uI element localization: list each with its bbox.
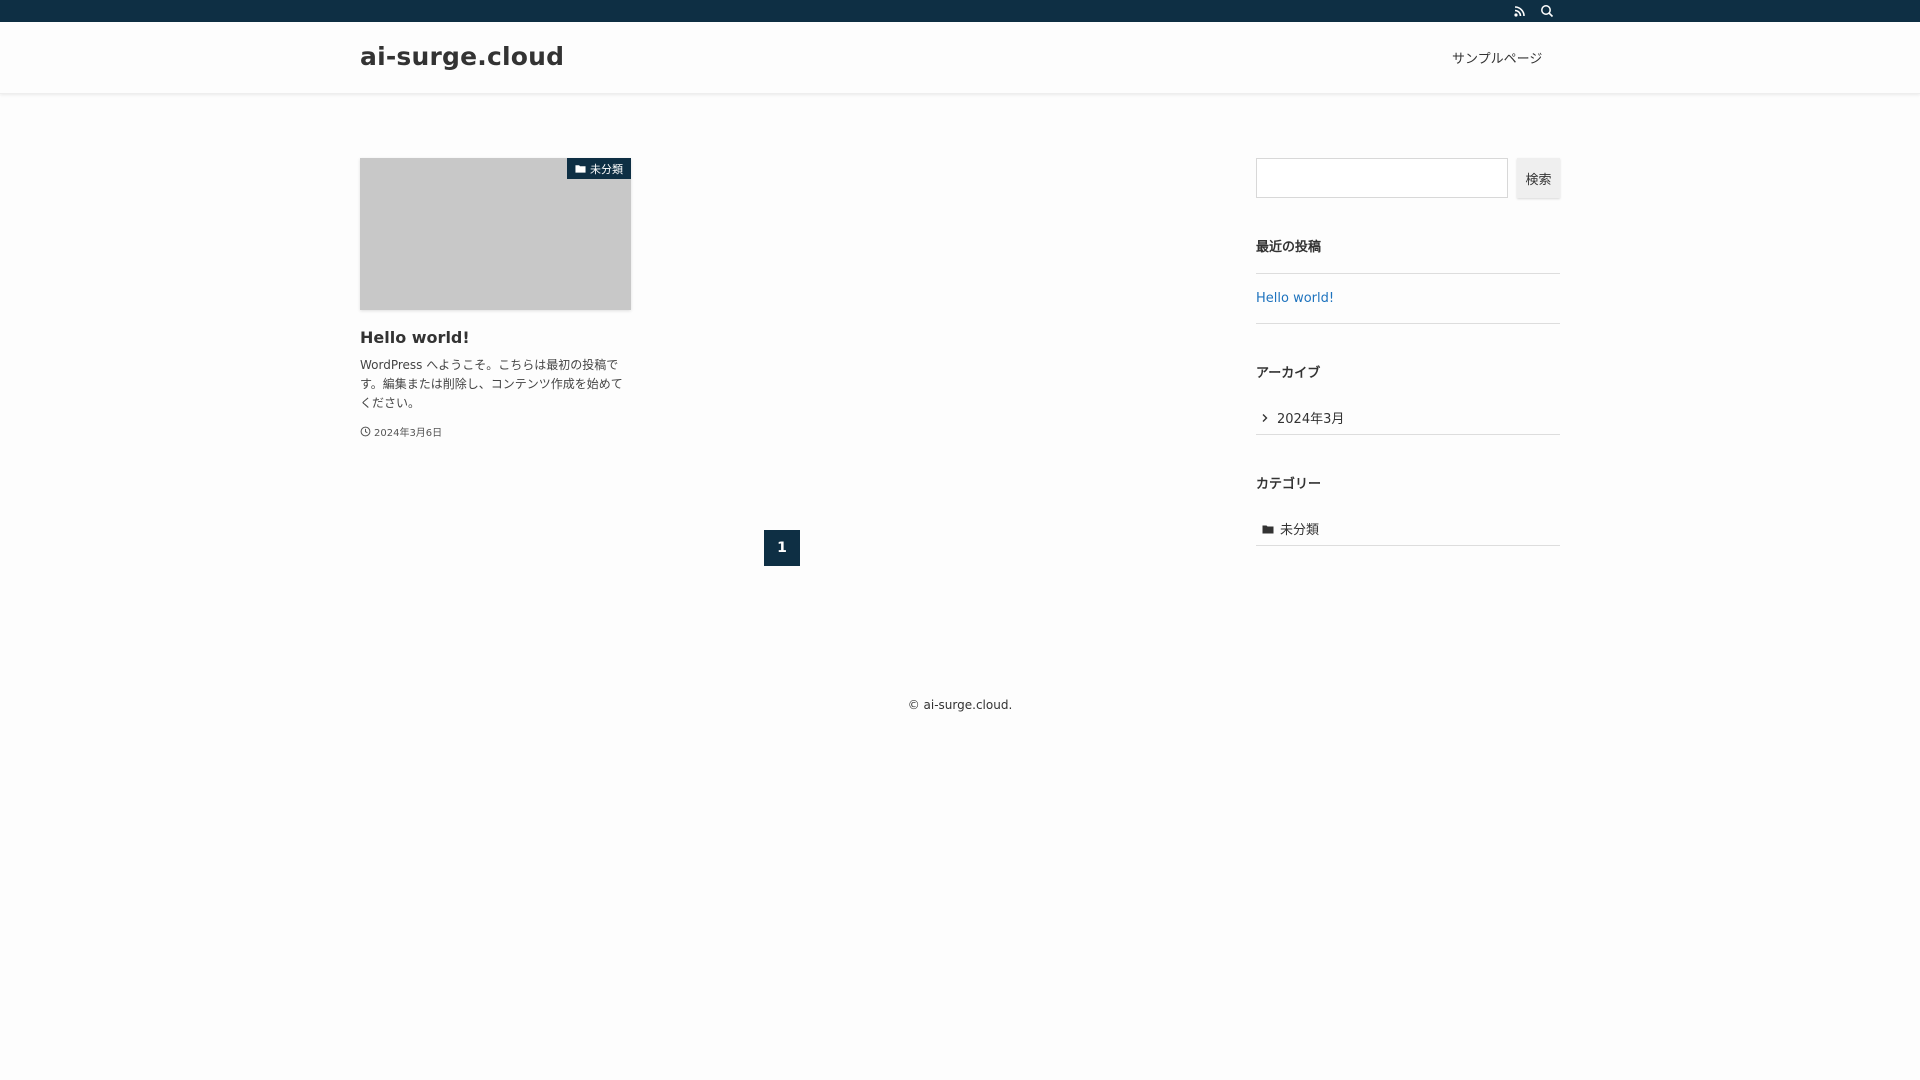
archive-item-label: 2024年3月 bbox=[1277, 412, 1345, 427]
post-title[interactable]: Hello world! bbox=[360, 328, 631, 347]
category-item-label: 未分類 bbox=[1280, 523, 1320, 538]
category-item[interactable]: 未分類 bbox=[1256, 512, 1560, 546]
category-badge: 未分類 bbox=[567, 158, 631, 179]
sidebar-search-button[interactable]: 検索 bbox=[1517, 158, 1560, 198]
sidebar-search-input[interactable] bbox=[1256, 158, 1508, 198]
archives-title: アーカイブ bbox=[1256, 366, 1321, 381]
post-card: 未分類 Hello world! WordPress へようこそ。こちらは最初の… bbox=[360, 158, 631, 439]
sidebar-search: 検索 bbox=[1256, 158, 1560, 198]
folder-icon bbox=[1262, 525, 1274, 533]
archive-item[interactable]: 2024年3月 bbox=[1256, 401, 1560, 435]
nav-item-sample-page[interactable]: サンプルページ bbox=[1452, 48, 1542, 67]
chevron-right-icon bbox=[1262, 413, 1268, 422]
folder-icon bbox=[575, 165, 586, 173]
recent-posts-title: 最近の投稿 bbox=[1256, 240, 1322, 255]
category-badge-label: 未分類 bbox=[590, 162, 623, 176]
post-meta: 2024年3月6日 bbox=[360, 424, 631, 439]
top-bar bbox=[0, 0, 1920, 22]
post-date: 2024年3月6日 bbox=[374, 428, 443, 439]
search-icon[interactable] bbox=[1539, 3, 1555, 19]
site-title[interactable]: ai-surge.cloud bbox=[360, 42, 564, 71]
sidebar: 検索 最近の投稿 Hello world! アーカイブ 2024年3月 カテゴリ… bbox=[1256, 158, 1560, 546]
rss-icon[interactable] bbox=[1512, 3, 1528, 19]
footer-copyright: © ai-surge.cloud. bbox=[907, 698, 1013, 712]
site-header: ai-surge.cloud サンプルページ bbox=[0, 22, 1920, 94]
post-thumbnail[interactable]: 未分類 bbox=[360, 158, 631, 310]
recent-post-link[interactable]: Hello world! bbox=[1256, 291, 1334, 306]
pagination-current-page[interactable]: 1 bbox=[764, 530, 800, 566]
clock-icon bbox=[360, 426, 371, 437]
post-excerpt: WordPress へようこそ。こちらは最初の投稿です。編集または削除し、コンテ… bbox=[360, 358, 623, 410]
categories-title: カテゴリー bbox=[1256, 477, 1322, 492]
recent-posts-list: Hello world! bbox=[1256, 273, 1560, 324]
